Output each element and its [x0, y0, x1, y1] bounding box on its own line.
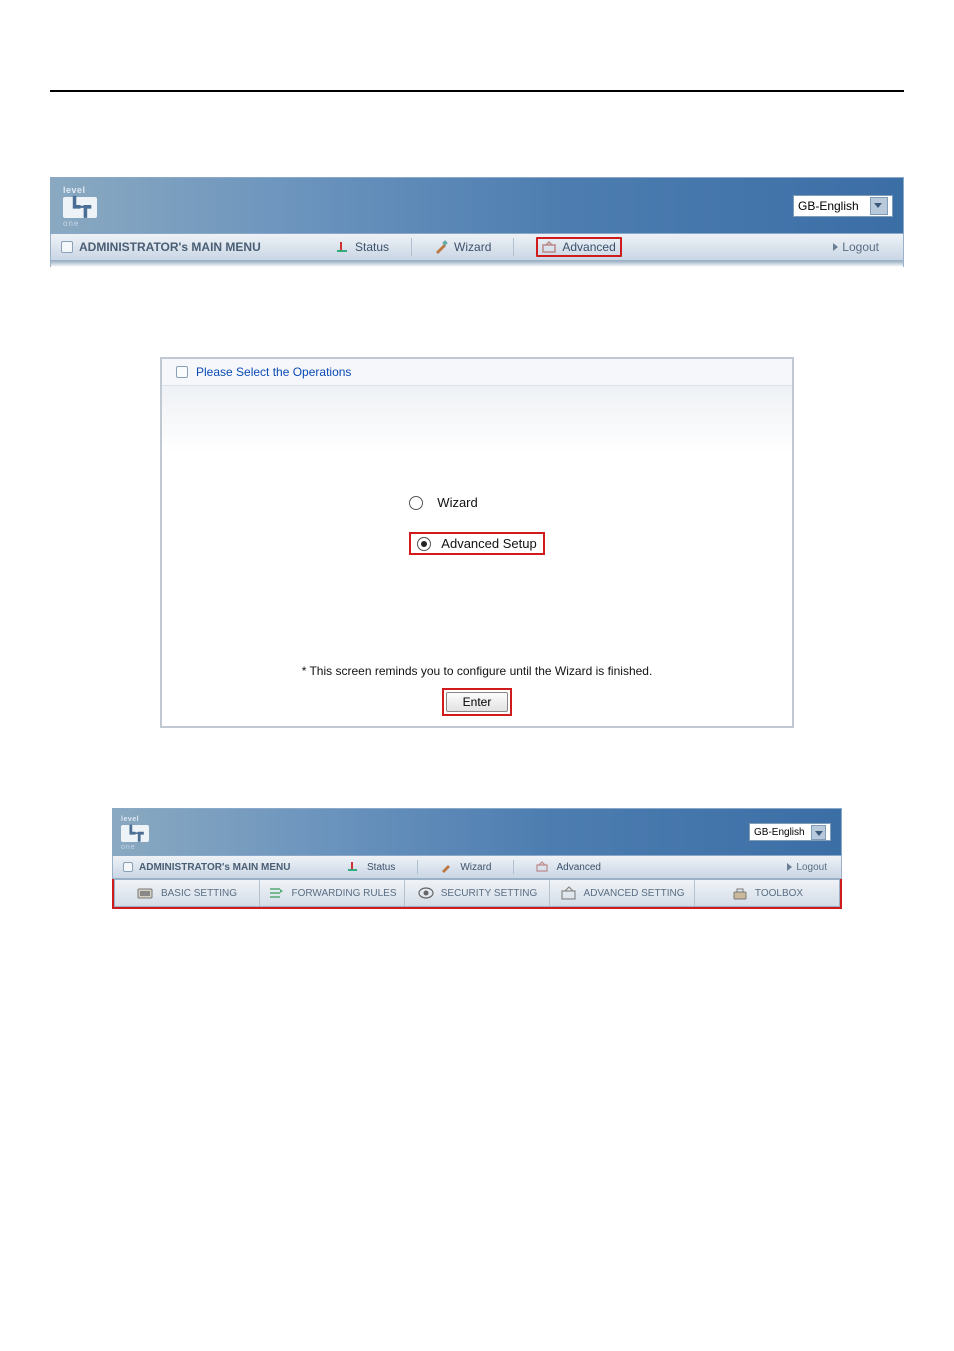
main-navbar-small: ADMINISTRATOR's MAIN MENU Status Wizard — [112, 856, 842, 879]
logout-arrow-icon-small — [787, 863, 792, 871]
enter-button-highlight: Enter — [442, 688, 513, 716]
forwarding-icon — [267, 886, 285, 900]
logo: level ┗┲ one — [63, 186, 97, 226]
panel-header: Please Select the Operations — [162, 359, 792, 386]
radio-wizard[interactable] — [409, 496, 423, 510]
menu-icon — [61, 241, 73, 253]
nav-logout[interactable]: Logout — [833, 240, 903, 254]
nav-wizard-small[interactable]: Wizard — [426, 856, 505, 878]
radio-advanced-setup[interactable] — [417, 537, 431, 551]
nav-advanced-small[interactable]: Advanced — [522, 856, 614, 878]
subnav-forwarding-rules[interactable]: FORWARDING RULES — [260, 880, 405, 906]
enter-button[interactable]: Enter — [446, 692, 509, 712]
nav-logout-small[interactable]: Logout — [787, 862, 841, 873]
subnav-security-label: SECURITY SETTING — [441, 888, 538, 899]
subnav-toolbox[interactable]: TOOLBOX — [695, 880, 839, 906]
advanced-setting-icon — [560, 886, 578, 900]
screenshot-1: level ┗┲ one GB-English ADMINISTRATOR's … — [50, 177, 904, 267]
panel-header-title: Please Select the Operations — [196, 365, 351, 379]
subnav-forwarding-label: FORWARDING RULES — [291, 888, 396, 899]
subnav-advanced-label: ADVANCED SETTING — [584, 888, 685, 899]
language-select[interactable]: GB-English — [793, 195, 893, 217]
nav-status-label: Status — [355, 240, 389, 254]
nav-status-label-small: Status — [367, 862, 395, 873]
option-advanced-highlight: Advanced Setup — [409, 532, 544, 555]
nav-shadow — [50, 261, 904, 267]
option-wizard-label: Wizard — [437, 495, 477, 510]
nav-status[interactable]: Status — [321, 234, 403, 260]
nav-advanced-highlight: Advanced — [536, 237, 621, 257]
nav-logout-label-small: Logout — [796, 862, 827, 873]
nav-advanced[interactable]: Advanced — [522, 234, 635, 260]
nav-main-menu-label: ADMINISTRATOR's MAIN MENU — [79, 240, 261, 254]
screenshot-3: level ┗┲ one GB-English ADMINISTRATOR's … — [112, 808, 842, 909]
nav-separator — [513, 238, 514, 256]
subnav-security-setting[interactable]: SECURITY SETTING — [405, 880, 550, 906]
basic-setting-icon — [137, 886, 155, 900]
option-advanced-label: Advanced Setup — [441, 536, 536, 551]
subnav-basic-label: BASIC SETTING — [161, 888, 237, 899]
nav-separator-small — [513, 860, 514, 874]
logo-glyph: ┗┲ — [63, 197, 97, 218]
advanced-icon-small — [536, 861, 550, 873]
operations-panel: Please Select the Operations Wizard Adva… — [160, 357, 794, 728]
top-rule — [50, 90, 904, 92]
status-icon — [335, 240, 349, 254]
nav-wizard-label: Wizard — [454, 240, 491, 254]
subnav-advanced-setting[interactable]: ADVANCED SETTING — [550, 880, 695, 906]
nav-advanced-label: Advanced — [562, 240, 615, 254]
logo-tag: one — [63, 220, 97, 228]
security-icon — [417, 886, 435, 900]
panel-body: Wizard Advanced Setup * This screen remi… — [162, 386, 792, 726]
subnav-highlight: BASIC SETTING FORWARDING RULES SECURITY … — [112, 877, 842, 909]
logo-brand-small: level — [121, 816, 149, 823]
enter-button-label: Enter — [463, 695, 492, 709]
top-banner-small: level ┗┲ one GB-English — [112, 808, 842, 856]
subnav: BASIC SETTING FORWARDING RULES SECURITY … — [114, 879, 840, 907]
subnav-toolbox-label: TOOLBOX — [755, 888, 803, 899]
top-banner: level ┗┲ one GB-English — [50, 177, 904, 234]
wizard-icon-small — [440, 861, 454, 873]
subnav-basic-setting[interactable]: BASIC SETTING — [115, 880, 260, 906]
nav-separator-small — [417, 860, 418, 874]
menu-icon-small — [123, 862, 133, 872]
language-select-value-small: GB-English — [754, 827, 805, 838]
language-select-small[interactable]: GB-English — [749, 823, 831, 841]
logo-tag-small: one — [121, 844, 149, 851]
dropdown-arrow-icon — [870, 197, 888, 215]
logout-arrow-icon — [833, 243, 838, 251]
logo-brand: level — [63, 186, 97, 195]
nav-main-menu-label-small: ADMINISTRATOR's MAIN MENU — [139, 862, 290, 873]
option-advanced-row[interactable]: Advanced Setup — [409, 532, 544, 555]
nav-status-small[interactable]: Status — [333, 856, 409, 878]
logo-glyph-small: ┗┲ — [121, 825, 149, 842]
nav-wizard-label-small: Wizard — [460, 862, 491, 873]
language-select-value: GB-English — [798, 199, 859, 213]
nav-main-menu-small[interactable]: ADMINISTRATOR's MAIN MENU — [113, 862, 333, 873]
advanced-icon — [542, 240, 556, 254]
wizard-icon — [434, 240, 448, 254]
logo-small: level ┗┲ one — [121, 816, 149, 848]
nav-main-menu[interactable]: ADMINISTRATOR's MAIN MENU — [51, 240, 321, 254]
nav-separator — [411, 238, 412, 256]
option-wizard-row[interactable]: Wizard — [409, 495, 544, 510]
main-navbar: ADMINISTRATOR's MAIN MENU Status Wizard — [50, 234, 904, 261]
nav-advanced-label-small: Advanced — [556, 862, 600, 873]
wizard-note: * This screen reminds you to configure u… — [302, 664, 653, 678]
status-icon-small — [347, 861, 361, 873]
nav-wizard[interactable]: Wizard — [420, 234, 505, 260]
operation-group: Wizard Advanced Setup — [409, 495, 544, 555]
dropdown-arrow-icon-small — [811, 825, 826, 840]
toolbox-icon — [731, 886, 749, 900]
nav-logout-label: Logout — [842, 240, 879, 254]
panel-header-icon — [176, 366, 188, 378]
